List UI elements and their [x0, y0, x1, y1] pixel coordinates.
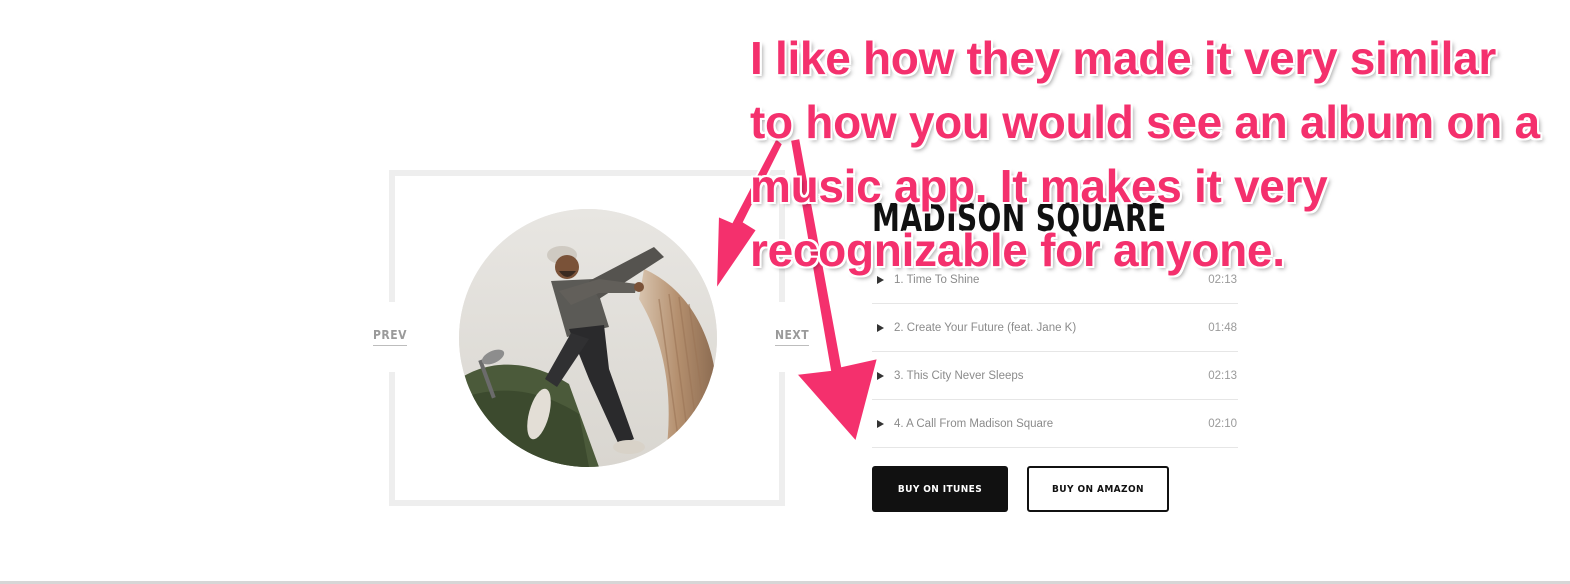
track-list: 1. Time To Shine 02:13 2. Create Your Fu…: [872, 256, 1238, 448]
annotation-arrows: [714, 136, 880, 445]
play-icon[interactable]: [877, 275, 884, 284]
buy-on-amazon-button[interactable]: BUY ON AMAZON: [1027, 466, 1169, 512]
track-row[interactable]: 4. A Call From Madison Square 02:10: [872, 400, 1238, 448]
album-cover-photo-icon: [459, 209, 717, 467]
buy-on-itunes-button[interactable]: BUY ON ITUNES: [872, 466, 1008, 512]
track-row[interactable]: 3. This City Never Sleeps 02:13: [872, 352, 1238, 400]
track-name: 1. Time To Shine: [894, 273, 980, 286]
album-cover-image: [459, 209, 717, 467]
track-name: 4. A Call From Madison Square: [894, 417, 1054, 430]
track-duration: 02:10: [1208, 417, 1237, 430]
page: PREV NEXT MADISON SQUARE 1. Time To Shin…: [0, 0, 1570, 584]
track-duration: 02:13: [1208, 369, 1237, 382]
track-name: 3. This City Never Sleeps: [894, 369, 1024, 382]
track-name: 2. Create Your Future (feat. Jane K): [894, 321, 1077, 334]
play-icon[interactable]: [877, 323, 884, 332]
play-icon[interactable]: [877, 419, 884, 428]
play-icon[interactable]: [877, 371, 884, 380]
annotation-text: I like how they made it very similar to …: [750, 32, 1540, 276]
track-row[interactable]: 1. Time To Shine 02:13: [872, 256, 1238, 304]
album-title: MADISON SQUARE: [872, 196, 1167, 240]
next-link[interactable]: NEXT: [775, 328, 810, 346]
track-row[interactable]: 2. Create Your Future (feat. Jane K) 01:…: [872, 304, 1238, 352]
prev-link[interactable]: PREV: [373, 328, 407, 346]
track-duration: 02:13: [1208, 273, 1237, 286]
track-duration: 01:48: [1208, 321, 1237, 334]
